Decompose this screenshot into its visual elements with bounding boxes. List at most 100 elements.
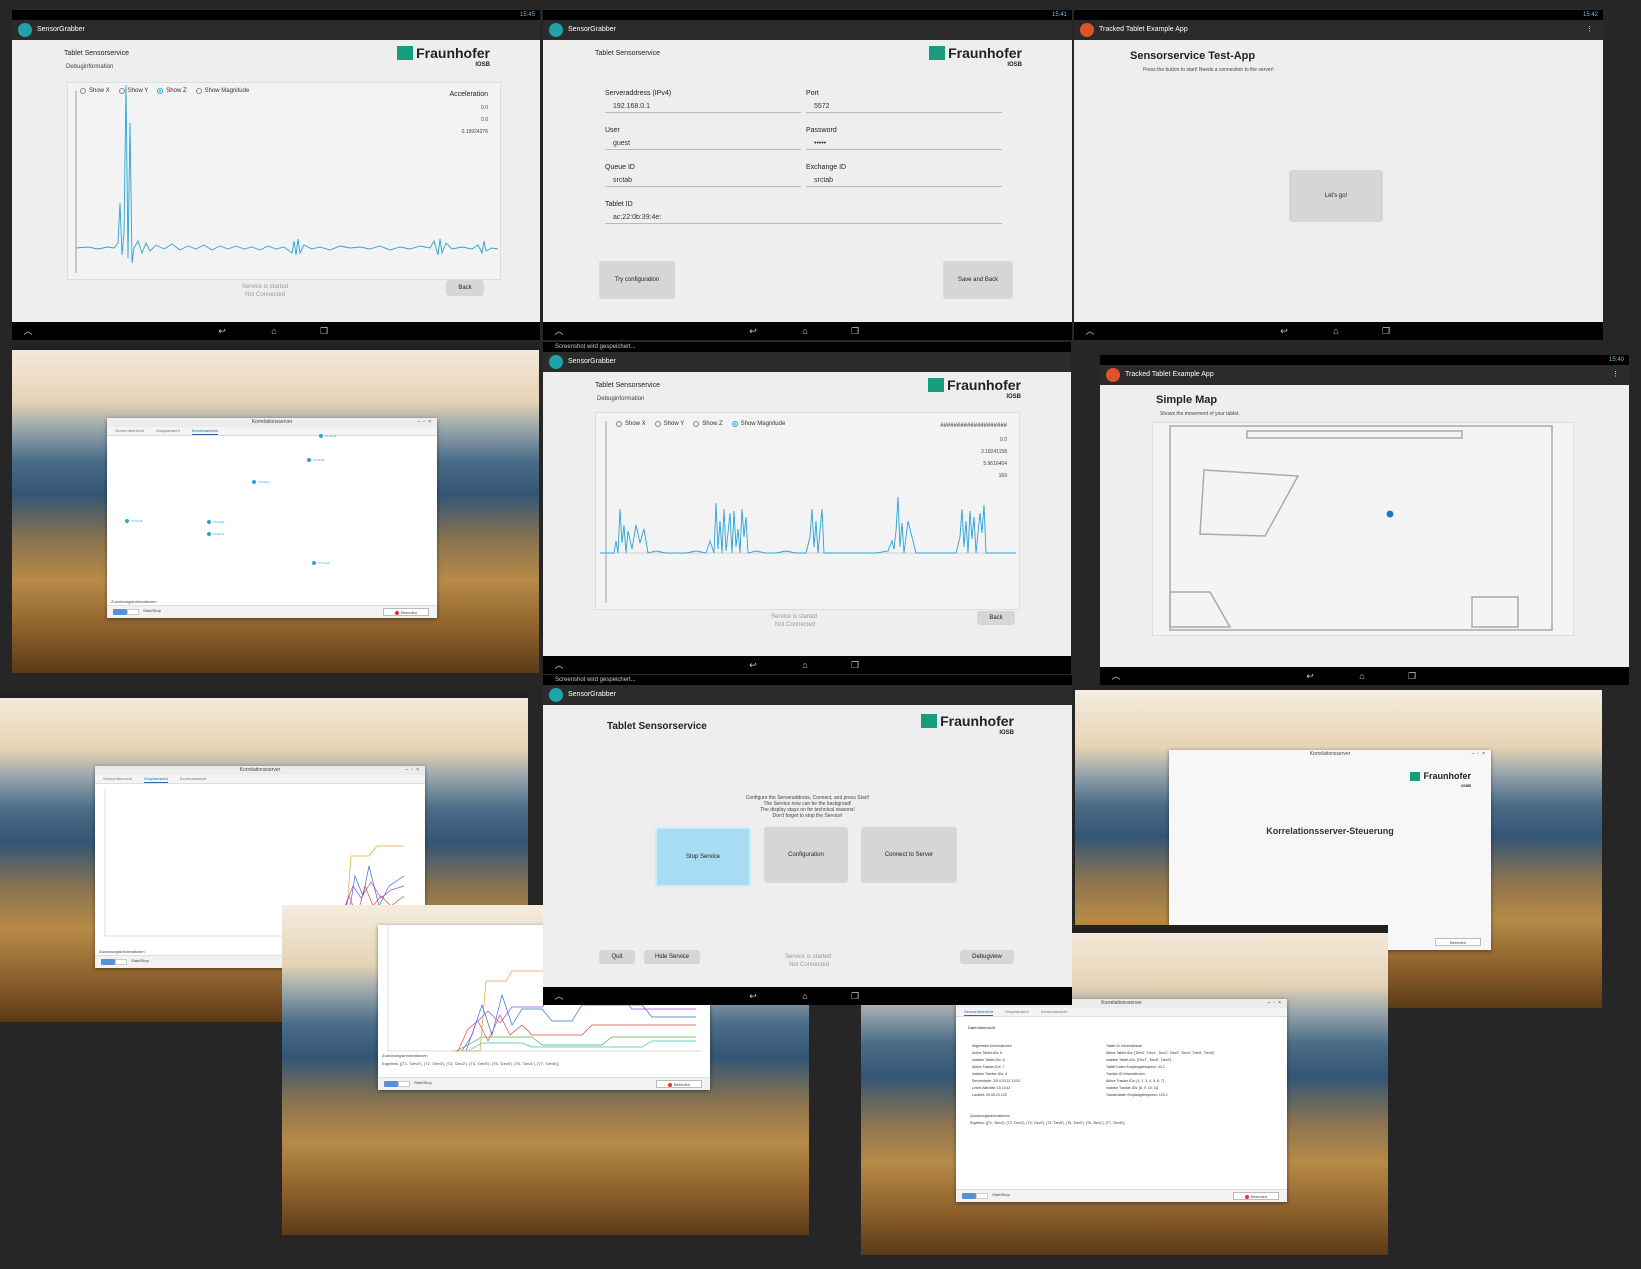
status-text: Screenshot wird gespeichert...	[555, 344, 636, 350]
tab-graphansicht[interactable]: Graphansicht	[143, 775, 168, 783]
debugview-button[interactable]: Debugview	[960, 950, 1014, 964]
home-icon[interactable]: ⌂	[799, 991, 811, 1001]
tracker-label: T7 Dev6	[318, 561, 330, 565]
lets-go-button[interactable]: Let's go!	[1289, 170, 1383, 222]
fraunhofer-mark-icon	[929, 46, 946, 60]
password-field[interactable]: Password •••••	[806, 127, 1002, 150]
beenden-button[interactable]: Beenden	[656, 1080, 702, 1088]
tab-graphansicht[interactable]: Graphansicht	[156, 427, 180, 435]
panel-main: Screenshot wird gespeichert... SensorGra…	[543, 675, 1072, 1005]
back-button[interactable]: Back	[977, 611, 1015, 625]
recents-icon[interactable]: ❐	[1380, 326, 1392, 336]
toggle-button[interactable]	[398, 1081, 410, 1087]
assignment-section[interactable]: Zuordnungsinformationen	[111, 599, 157, 604]
connect-to-server-button[interactable]: Connect to Server	[861, 827, 957, 883]
ok-button[interactable]	[962, 1193, 976, 1199]
up-icon[interactable]: ︿	[1084, 326, 1096, 336]
content: Tablet Sensorservice Debuginformation Fr…	[543, 372, 1071, 656]
home-icon[interactable]: ⌂	[799, 660, 811, 670]
home-icon[interactable]: ⌂	[1356, 671, 1368, 681]
tab-kameraansicht[interactable]: Kameraansicht	[180, 775, 207, 783]
fraunhofer-mark-icon	[928, 378, 945, 392]
back-nav-icon[interactable]: ↩	[1278, 326, 1290, 336]
window-controls-icon[interactable]: –▫×	[1472, 750, 1488, 759]
home-icon[interactable]: ⌂	[799, 326, 811, 336]
section-title: Datenübersicht	[968, 1025, 995, 1030]
quit-button[interactable]: Quit	[599, 950, 635, 964]
status-bar: 15:42	[1074, 10, 1603, 20]
user-field[interactable]: User guest	[605, 127, 801, 150]
port-field[interactable]: Port 5572	[806, 90, 1002, 113]
tab-sensoruebersicht[interactable]: Sensorübersicht	[103, 775, 132, 783]
assignment-info: Zuordnungsinformationen Ergebnis: [(T1, …	[970, 1114, 1125, 1125]
back-button[interactable]: Back	[446, 280, 484, 296]
tracker-label: T3 Dev2	[258, 480, 270, 484]
app-logo-icon	[1080, 23, 1094, 37]
tablet-id-field[interactable]: Tablet ID ac:22:0b:39:4e:	[605, 201, 1002, 224]
tab-kameraansicht[interactable]: Kameraansicht	[1041, 1008, 1068, 1016]
home-icon[interactable]: ⌂	[268, 326, 280, 336]
nav-bar: ︿ ↩ ⌂ ❐	[543, 987, 1072, 1005]
panel-desktop-camera: Korrelationsserver –▫× Sensorübersicht Gr…	[12, 342, 539, 673]
hide-service-button[interactable]: Hide Service	[644, 950, 700, 964]
ok-button[interactable]	[101, 959, 115, 965]
up-icon[interactable]: ︿	[553, 326, 565, 336]
tracker-label: T4 Dev5	[131, 519, 143, 523]
toggle-button[interactable]	[976, 1193, 988, 1199]
home-icon[interactable]: ⌂	[1330, 326, 1342, 336]
back-nav-icon[interactable]: ↩	[1304, 671, 1316, 681]
tracker-label: T6 Dev1	[213, 532, 225, 536]
status-time: 15:45	[519, 12, 535, 18]
toggle-button[interactable]	[127, 609, 139, 615]
tab-graphansicht[interactable]: Graphansicht	[1005, 1008, 1029, 1016]
recents-icon[interactable]: ❐	[318, 326, 330, 336]
stop-service-button[interactable]: Stop Service	[655, 827, 751, 887]
toggle-button[interactable]	[115, 959, 127, 965]
back-nav-icon[interactable]: ↩	[216, 326, 228, 336]
queue-field[interactable]: Queue ID srctab	[605, 164, 801, 187]
beenden-button[interactable]: Beenden	[1435, 938, 1481, 946]
assignment-section[interactable]: Zuordnungsinformationen	[99, 949, 145, 954]
service-status: Service is started	[785, 954, 832, 960]
service-status: Service is started	[242, 284, 289, 290]
tab-sensoruebersicht[interactable]: Sensorübersicht	[964, 1008, 993, 1016]
page-title: Tablet Sensorservice	[64, 50, 129, 57]
back-nav-icon[interactable]: ↩	[747, 991, 759, 1001]
server-field[interactable]: Serveraddress (IPv4) 192.168.0.1	[605, 90, 801, 113]
beenden-button[interactable]: Beenden	[1233, 1192, 1279, 1200]
back-nav-icon[interactable]: ↩	[747, 326, 759, 336]
save-and-back-button[interactable]: Save and Back	[943, 261, 1013, 299]
recents-icon[interactable]: ❐	[849, 326, 861, 336]
tab-kameraansicht[interactable]: Kameraansicht	[191, 427, 219, 435]
tab-sensoruebersicht[interactable]: Sensorübersicht	[115, 427, 144, 435]
window-controls-icon[interactable]: –▫×	[1268, 999, 1284, 1008]
window-controls-icon[interactable]: –▫×	[418, 418, 434, 427]
panel-simple-map: 15:40 Tracked Tablet Example App ⋮ Simple…	[1100, 355, 1629, 685]
status-time: 15:40	[1608, 357, 1624, 363]
overflow-menu-icon[interactable]: ⋮	[1612, 365, 1619, 385]
action-bar: SensorGrabber	[12, 20, 540, 40]
overflow-menu-icon[interactable]: ⋮	[1586, 20, 1593, 40]
try-configuration-button[interactable]: Try configuration	[599, 261, 675, 299]
exchange-field[interactable]: Exchange ID srctab	[806, 164, 1002, 187]
window-tabs: Sensorübersicht Graphansicht Kameraansic…	[107, 427, 437, 436]
tracker-point	[207, 520, 211, 524]
app-logo-icon	[549, 688, 563, 702]
configuration-button[interactable]: Configuration	[764, 827, 848, 883]
page-title: Sensorservice Test-App	[1130, 50, 1256, 62]
assignment-section[interactable]: Zuordnungsinformationen	[382, 1053, 428, 1058]
recents-icon[interactable]: ❐	[849, 660, 861, 670]
beenden-button[interactable]: Beenden	[383, 608, 429, 616]
recents-icon[interactable]: ❐	[849, 991, 861, 1001]
window-heading: Korrelationsserver-Steuerung	[1266, 826, 1394, 836]
back-nav-icon[interactable]: ↩	[747, 660, 759, 670]
ok-button[interactable]	[384, 1081, 398, 1087]
korrelationsserver-window: Korrelationsserver –▫× Sensorübersicht Gr…	[107, 418, 437, 618]
ok-button[interactable]	[113, 609, 127, 615]
up-icon[interactable]: ︿	[1110, 671, 1122, 681]
window-controls-icon[interactable]: –▫×	[406, 766, 422, 775]
up-icon[interactable]: ︿	[553, 991, 565, 1001]
up-icon[interactable]: ︿	[553, 660, 565, 670]
up-icon[interactable]: ︿	[22, 326, 34, 336]
recents-icon[interactable]: ❐	[1406, 671, 1418, 681]
